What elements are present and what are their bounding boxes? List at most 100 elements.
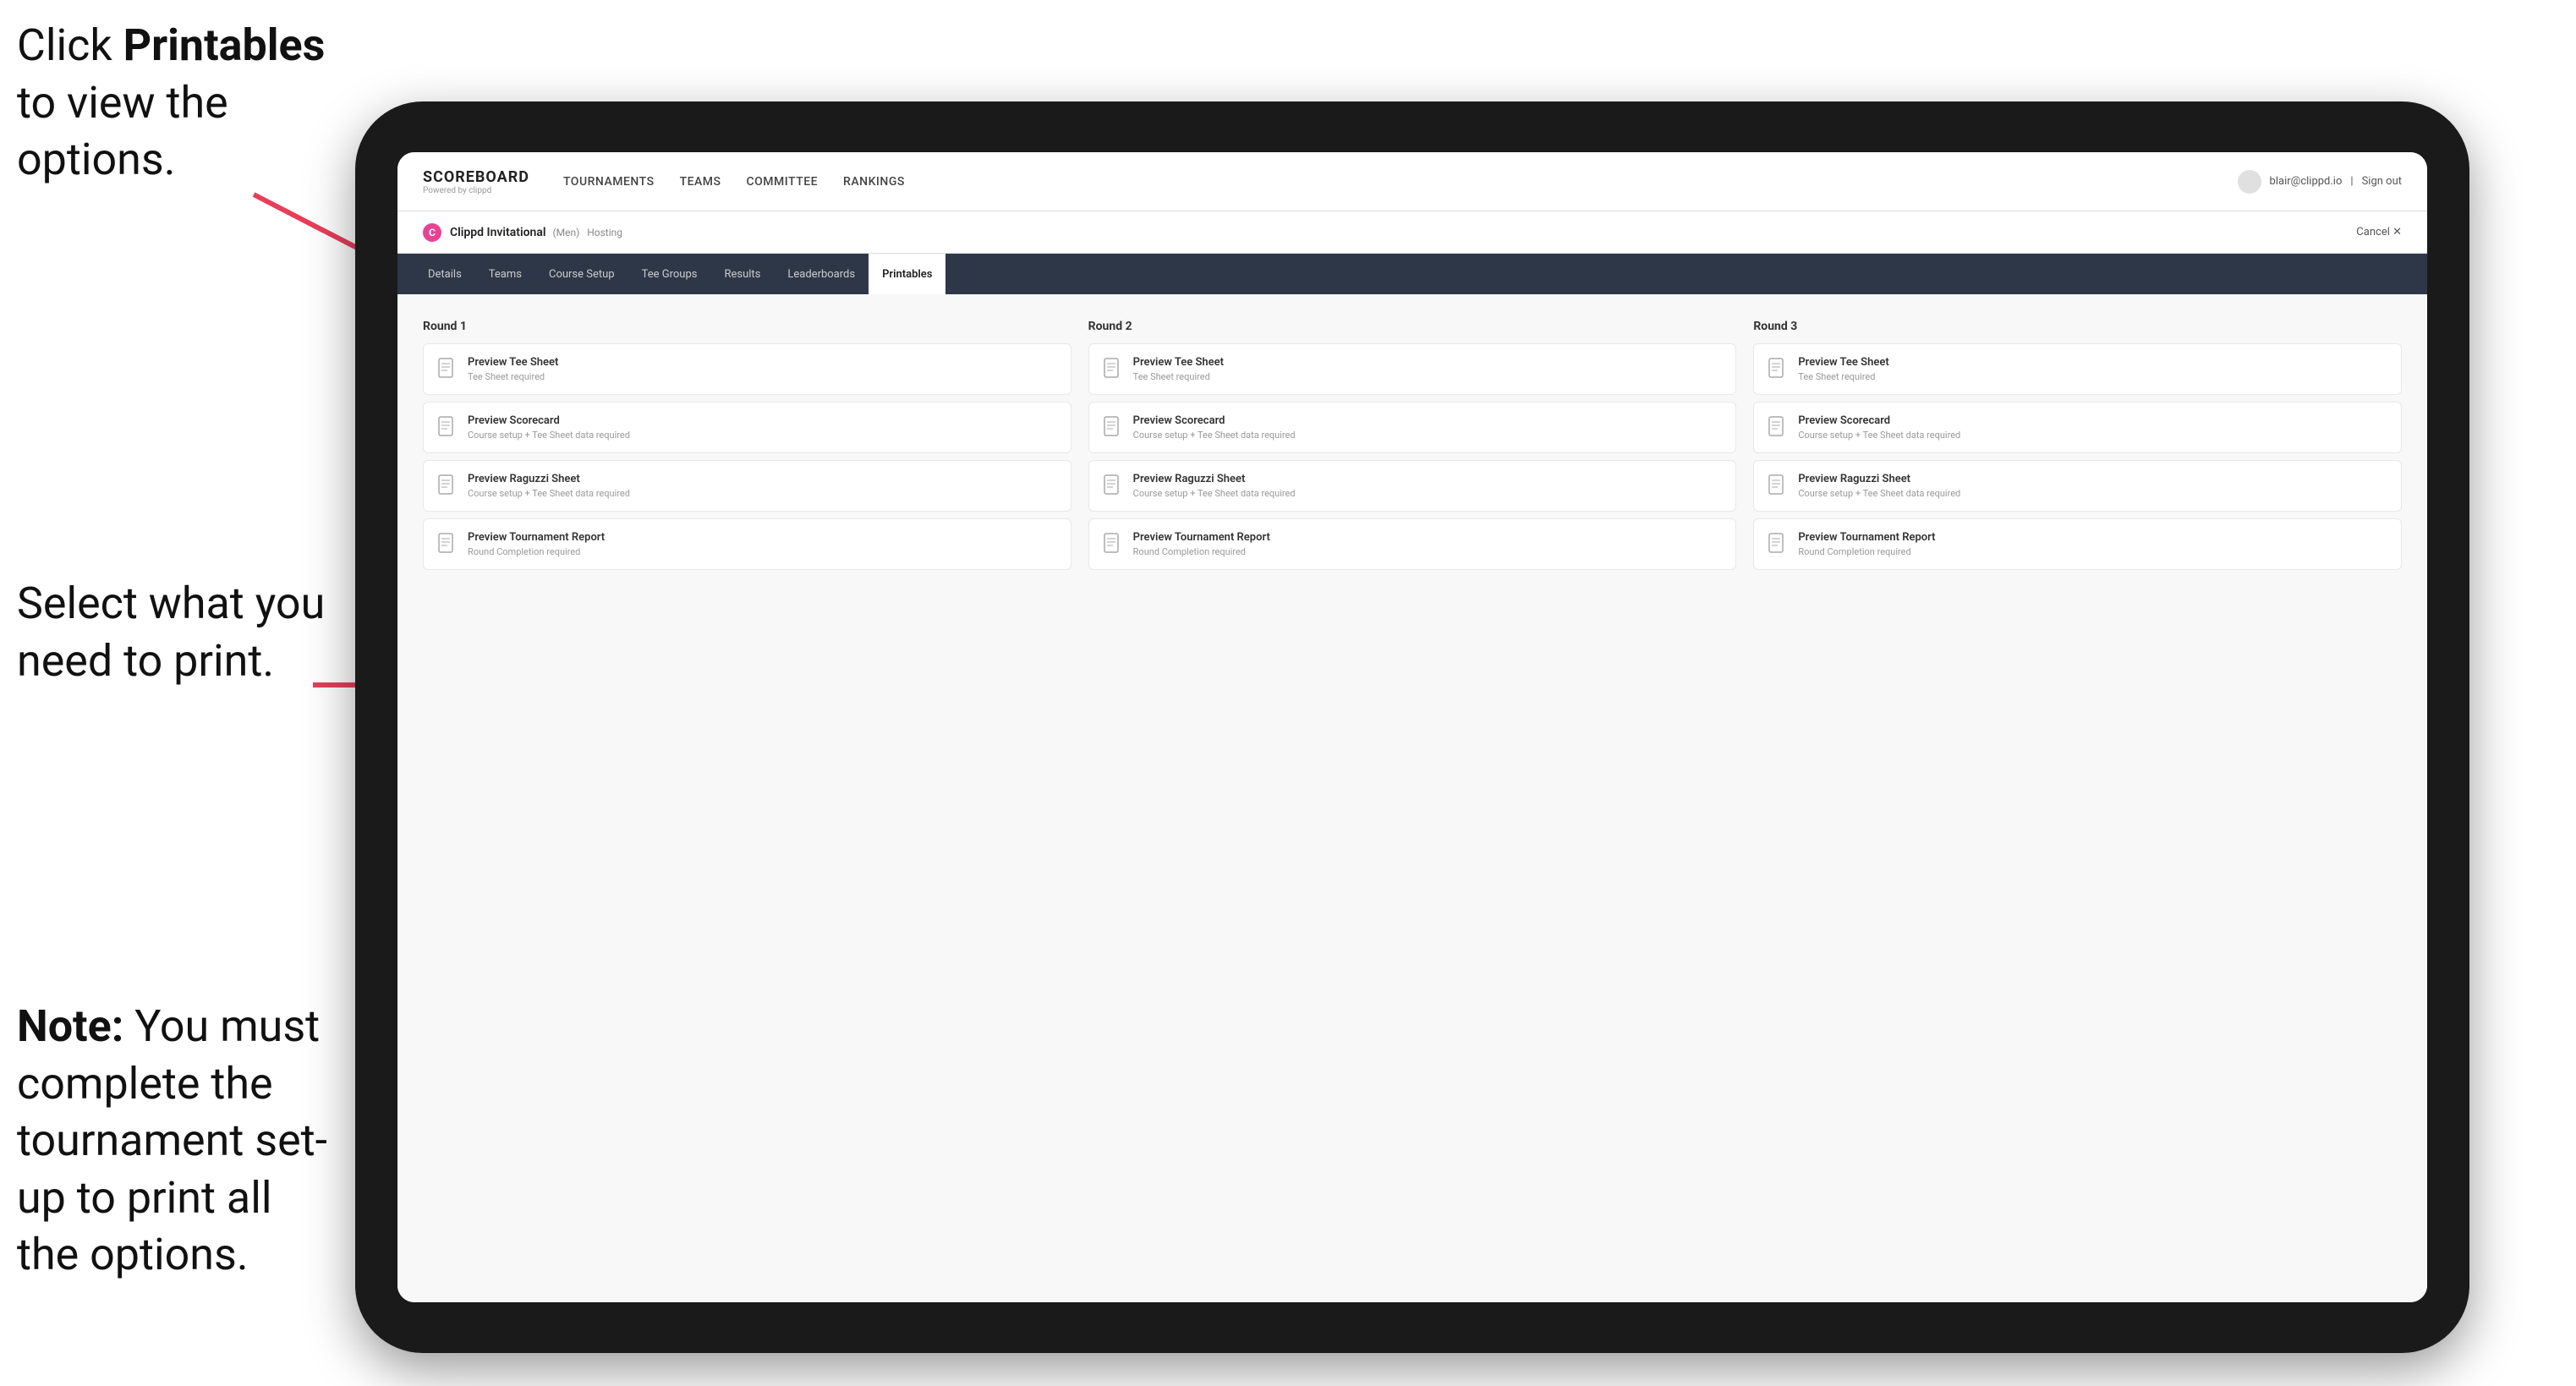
- round-1-tournament-report[interactable]: Preview Tournament Report Round Completi…: [423, 518, 1072, 570]
- main-content: Round 1: [397, 294, 2427, 1302]
- round-2-report-subtitle: Round Completion required: [1133, 546, 1723, 557]
- tab-details[interactable]: Details: [414, 254, 475, 294]
- round-3-tee-sheet-subtitle: Tee Sheet required: [1798, 371, 2387, 382]
- round-1-column: Round 1: [423, 320, 1072, 570]
- round-3-raguzzi-title: Preview Raguzzi Sheet: [1798, 473, 2387, 485]
- tournament-meta: (Men) Hosting: [553, 227, 623, 238]
- instruction-mid-text: Select what you need to print.: [17, 578, 325, 687]
- round-3-tee-sheet-icon: [1768, 358, 1788, 381]
- instruction-top-prefix: Click: [17, 19, 123, 71]
- tab-results[interactable]: Results: [710, 254, 774, 294]
- round-2-scorecard-subtitle: Course setup + Tee Sheet data required: [1133, 430, 1723, 441]
- round-1-tee-sheet-subtitle: Tee Sheet required: [468, 371, 1057, 382]
- nav-committee[interactable]: COMMITTEE: [747, 171, 819, 193]
- round-1-raguzzi-title: Preview Raguzzi Sheet: [468, 473, 1057, 485]
- nav-teams[interactable]: TEAMS: [680, 171, 721, 193]
- round-2-scorecard-title: Preview Scorecard: [1133, 414, 1723, 427]
- sign-out-link[interactable]: Sign out: [2362, 175, 2402, 188]
- round-1-tournament-report-info: Preview Tournament Report Round Completi…: [468, 531, 1057, 557]
- round-1-cards: Preview Tee Sheet Tee Sheet required: [423, 343, 1072, 570]
- instruction-bottom-bold: Note:: [17, 1000, 123, 1052]
- round-1-tournament-report-title: Preview Tournament Report: [468, 531, 1057, 544]
- round-2-raguzzi-icon: [1103, 474, 1123, 498]
- round-3-tournament-report[interactable]: Preview Tournament Report Round Completi…: [1753, 518, 2402, 570]
- round-2-report-title: Preview Tournament Report: [1133, 531, 1723, 544]
- rounds-grid: Round 1: [423, 320, 2402, 570]
- scorecard-icon: [437, 416, 458, 440]
- round-1-tee-sheet-title: Preview Tee Sheet: [468, 356, 1057, 369]
- round-2-tee-sheet-icon: [1103, 358, 1123, 381]
- round-1-header: Round 1: [423, 320, 1072, 333]
- round-2-tournament-report[interactable]: Preview Tournament Report Round Completi…: [1088, 518, 1737, 570]
- instruction-bottom: Note: You must complete the tournament s…: [17, 998, 338, 1284]
- separator: |: [2350, 175, 2353, 188]
- round-3-cards: Preview Tee Sheet Tee Sheet required Pre…: [1753, 343, 2402, 570]
- round-1-raguzzi[interactable]: Preview Raguzzi Sheet Course setup + Tee…: [423, 460, 1072, 512]
- instruction-mid: Select what you need to print.: [17, 575, 338, 689]
- round-2-tee-sheet-info: Preview Tee Sheet Tee Sheet required: [1133, 356, 1723, 382]
- tournament-meta-text: (Men): [553, 227, 580, 238]
- user-email: blair@clippd.io: [2270, 175, 2343, 188]
- round-2-column: Round 2 Preview Tee Sheet Tee Sheet requ…: [1088, 320, 1737, 570]
- tab-printables[interactable]: Printables: [869, 254, 945, 294]
- round-2-raguzzi-subtitle: Course setup + Tee Sheet data required: [1133, 488, 1723, 499]
- tablet-frame: SCOREBOARD Powered by clippd TOURNAMENTS…: [355, 101, 2469, 1353]
- logo-sub: Powered by clippd: [423, 186, 529, 195]
- round-2-report-info: Preview Tournament Report Round Completi…: [1133, 531, 1723, 557]
- tab-teams[interactable]: Teams: [475, 254, 535, 294]
- round-2-tee-sheet-subtitle: Tee Sheet required: [1133, 371, 1723, 382]
- tournament-report-icon: [437, 533, 458, 556]
- app-header: SCOREBOARD Powered by clippd TOURNAMENTS…: [397, 152, 2427, 211]
- round-3-report-icon: [1768, 533, 1788, 556]
- round-3-scorecard[interactable]: Preview Scorecard Course setup + Tee She…: [1753, 402, 2402, 453]
- cancel-button[interactable]: Cancel ✕: [2356, 226, 2402, 238]
- tee-sheet-icon: [437, 358, 458, 381]
- round-1-scorecard[interactable]: Preview Scorecard Course setup + Tee She…: [423, 402, 1072, 453]
- scoreboard-logo: SCOREBOARD Powered by clippd: [423, 168, 529, 195]
- instruction-top: Click Printables to view the options.: [17, 17, 338, 189]
- tab-bar: Details Teams Course Setup Tee Groups Re…: [397, 254, 2427, 294]
- round-3-raguzzi-info: Preview Raguzzi Sheet Course setup + Tee…: [1798, 473, 2387, 499]
- tab-course-setup[interactable]: Course Setup: [535, 254, 628, 294]
- round-2-scorecard-icon: [1103, 416, 1123, 440]
- tournament-bar: C Clippd Invitational (Men) Hosting Canc…: [397, 211, 2427, 254]
- round-3-tee-sheet[interactable]: Preview Tee Sheet Tee Sheet required: [1753, 343, 2402, 395]
- tournament-name: Clippd Invitational: [450, 226, 546, 239]
- tournament-logo-letter: C: [429, 227, 436, 238]
- round-1-scorecard-subtitle: Course setup + Tee Sheet data required: [468, 430, 1057, 441]
- round-3-scorecard-icon: [1768, 416, 1788, 440]
- round-2-tee-sheet[interactable]: Preview Tee Sheet Tee Sheet required: [1088, 343, 1737, 395]
- tournament-logo: C: [423, 223, 441, 242]
- round-2-raguzzi[interactable]: Preview Raguzzi Sheet Course setup + Tee…: [1088, 460, 1737, 512]
- round-1-tee-sheet[interactable]: Preview Tee Sheet Tee Sheet required: [423, 343, 1072, 395]
- tab-leaderboards[interactable]: Leaderboards: [774, 254, 869, 294]
- round-1-raguzzi-subtitle: Course setup + Tee Sheet data required: [468, 488, 1057, 499]
- round-3-report-info: Preview Tournament Report Round Completi…: [1798, 531, 2387, 557]
- raguzzi-icon: [437, 474, 458, 498]
- round-2-scorecard[interactable]: Preview Scorecard Course setup + Tee She…: [1088, 402, 1737, 453]
- round-2-cards: Preview Tee Sheet Tee Sheet required Pre…: [1088, 343, 1737, 570]
- round-3-header: Round 3: [1753, 320, 2402, 333]
- logo-title: SCOREBOARD: [423, 168, 529, 186]
- nav-rankings[interactable]: RANKINGS: [843, 171, 905, 193]
- round-3-report-title: Preview Tournament Report: [1798, 531, 2387, 544]
- round-2-raguzzi-info: Preview Raguzzi Sheet Course setup + Tee…: [1133, 473, 1723, 499]
- round-2-scorecard-info: Preview Scorecard Course setup + Tee She…: [1133, 414, 1723, 441]
- tournament-status: Hosting: [587, 227, 622, 238]
- round-3-raguzzi-subtitle: Course setup + Tee Sheet data required: [1798, 488, 2387, 499]
- round-3-scorecard-title: Preview Scorecard: [1798, 414, 2387, 427]
- round-3-raguzzi-icon: [1768, 474, 1788, 498]
- round-1-scorecard-info: Preview Scorecard Course setup + Tee She…: [468, 414, 1057, 441]
- round-2-tee-sheet-title: Preview Tee Sheet: [1133, 356, 1723, 369]
- main-nav: TOURNAMENTS TEAMS COMMITTEE RANKINGS: [563, 171, 2238, 193]
- tab-tee-groups[interactable]: Tee Groups: [628, 254, 711, 294]
- header-right: blair@clippd.io | Sign out: [2238, 170, 2402, 194]
- round-2-report-icon: [1103, 533, 1123, 556]
- round-3-report-subtitle: Round Completion required: [1798, 546, 2387, 557]
- instruction-top-bold: Printables: [123, 19, 326, 71]
- round-3-scorecard-subtitle: Course setup + Tee Sheet data required: [1798, 430, 2387, 441]
- round-1-tee-sheet-info: Preview Tee Sheet Tee Sheet required: [468, 356, 1057, 382]
- nav-tournaments[interactable]: TOURNAMENTS: [563, 171, 655, 193]
- round-3-raguzzi[interactable]: Preview Raguzzi Sheet Course setup + Tee…: [1753, 460, 2402, 512]
- round-2-raguzzi-title: Preview Raguzzi Sheet: [1133, 473, 1723, 485]
